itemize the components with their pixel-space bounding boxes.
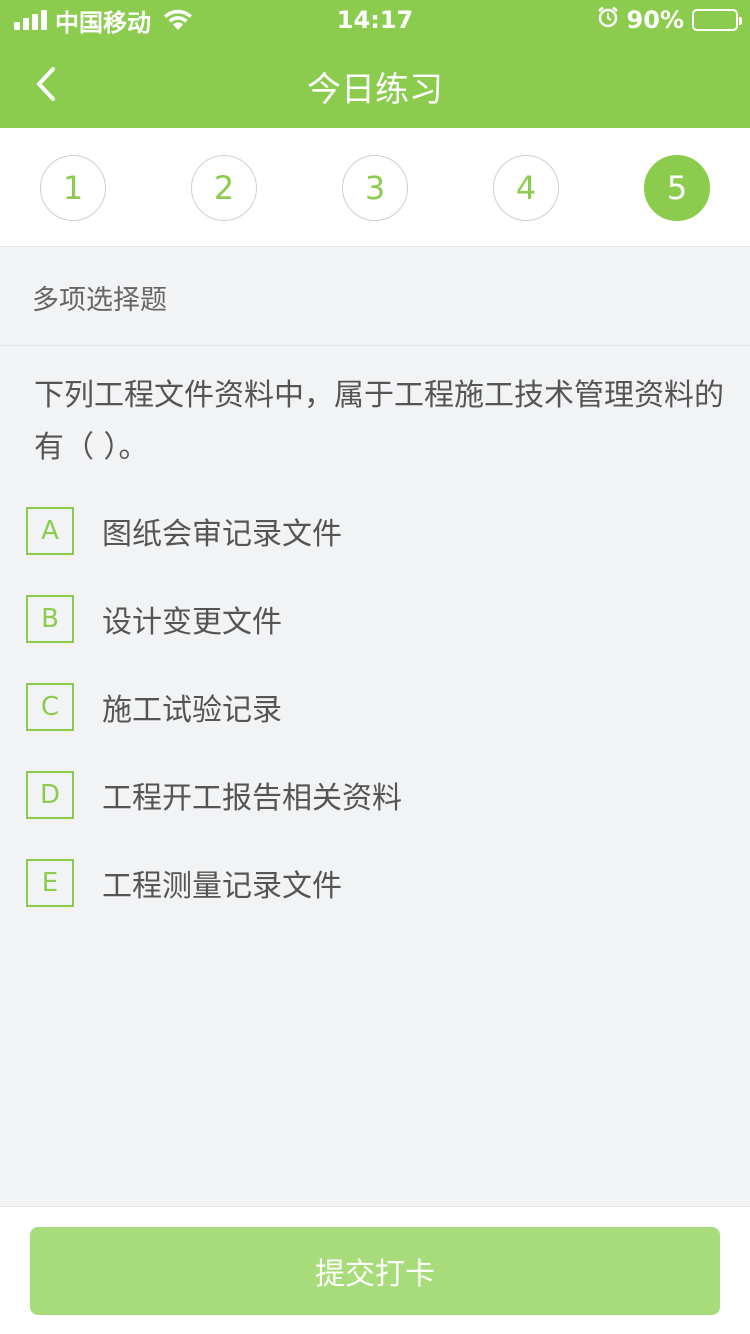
option-text: 图纸会审记录文件 xyxy=(102,517,342,552)
question-number-strip: 1 2 3 4 5 xyxy=(0,128,750,247)
page-title: 今日练习 xyxy=(307,70,443,110)
question-number-5[interactable]: 5 xyxy=(644,155,710,221)
option-c[interactable]: C 施工试验记录 xyxy=(26,682,726,732)
submit-checkin-button[interactable]: 提交打卡 xyxy=(30,1227,720,1315)
question-number-2[interactable]: 2 xyxy=(191,155,257,221)
option-letter: A xyxy=(26,507,74,555)
option-e[interactable]: E 工程测量记录文件 xyxy=(26,858,726,908)
question-number-3[interactable]: 3 xyxy=(342,155,408,221)
option-letter: B xyxy=(26,595,74,643)
option-letter: D xyxy=(26,771,74,819)
battery-icon xyxy=(692,9,742,31)
question-number-4[interactable]: 4 xyxy=(493,155,559,221)
practice-screen: 中国移动 14:17 90% 今日练习 1 2 3 4 5 多项选择题 下列工程… xyxy=(0,0,750,1334)
option-d[interactable]: D 工程开工报告相关资料 xyxy=(26,770,726,820)
nav-bar: 今日练习 xyxy=(0,40,750,128)
option-a[interactable]: A 图纸会审记录文件 xyxy=(26,506,726,556)
question-number-1[interactable]: 1 xyxy=(40,155,106,221)
option-text: 施工试验记录 xyxy=(102,693,282,728)
option-letter: C xyxy=(26,683,74,731)
question-text: 下列工程文件资料中，属于工程施工技术管理资料的有（ ）。 xyxy=(34,378,724,465)
option-text: 工程测量记录文件 xyxy=(102,869,342,904)
question-type-label: 多项选择题 xyxy=(0,248,750,346)
status-bar: 中国移动 14:17 90% xyxy=(0,0,750,40)
option-text: 设计变更文件 xyxy=(102,605,282,640)
battery-percent: 90% xyxy=(626,6,684,34)
option-letter: E xyxy=(26,859,74,907)
top-bar: 中国移动 14:17 90% 今日练习 xyxy=(0,0,750,128)
option-text: 工程开工报告相关资料 xyxy=(102,781,402,816)
alarm-icon xyxy=(597,6,619,34)
option-b[interactable]: B 设计变更文件 xyxy=(26,594,726,644)
status-right: 90% xyxy=(597,6,742,34)
bottom-bar: 提交打卡 xyxy=(0,1206,750,1334)
